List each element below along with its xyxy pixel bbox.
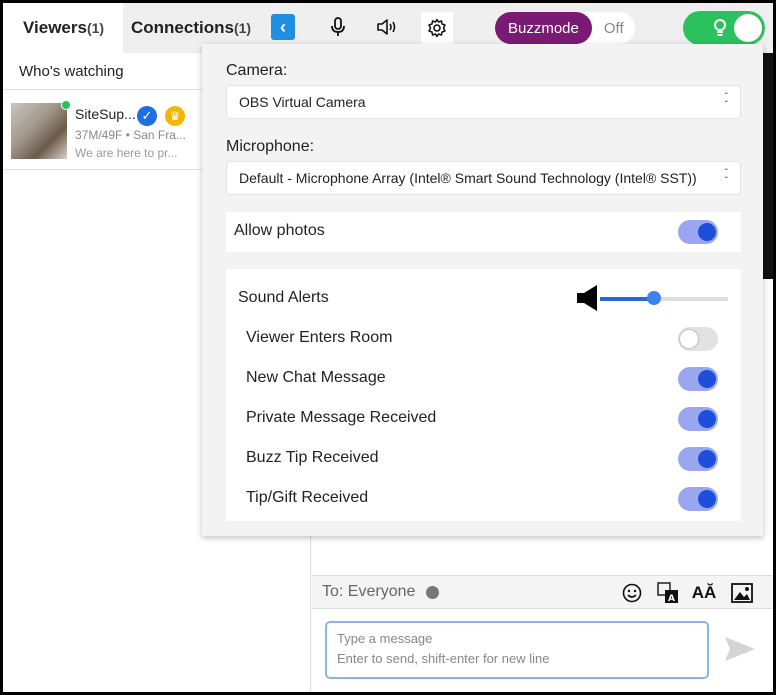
- crown-icon: ♛: [165, 106, 185, 126]
- font-style-button[interactable]: AĂ: [691, 581, 717, 605]
- lightbulb-icon: [714, 19, 726, 36]
- message-hint: Enter to send, shift-enter for new line: [337, 651, 550, 666]
- tab-viewers-label: Viewers: [23, 17, 87, 37]
- tab-connections-count: (1): [233, 20, 252, 36]
- font-style-icon: AĂ: [691, 583, 717, 602]
- live-toggle[interactable]: [683, 11, 765, 45]
- tab-connections-label: Connections: [131, 18, 234, 37]
- app-window: Viewers (1) Connections (1) ‹ Buzzmode O…: [0, 0, 776, 695]
- volume-slider[interactable]: [600, 291, 728, 305]
- translate-button[interactable]: A: [656, 581, 680, 605]
- emoji-button[interactable]: [620, 581, 644, 605]
- sound-alerts-label: Sound Alerts: [238, 289, 329, 306]
- microphone-icon: [331, 17, 345, 36]
- toggle-knob: [680, 330, 698, 348]
- viewer-name: SiteSup...: [75, 106, 136, 122]
- camera-select[interactable]: OBS Virtual Camera ˆˇ: [226, 85, 741, 119]
- send-button[interactable]: [723, 635, 757, 668]
- chevron-left-icon: ‹: [280, 16, 286, 37]
- alert-toggle[interactable]: [678, 487, 718, 511]
- allow-photos-row: Allow photos: [226, 212, 741, 252]
- allow-photos-toggle[interactable]: [678, 220, 718, 244]
- alert-toggle[interactable]: [678, 367, 718, 391]
- volume-slider-fill: [600, 297, 654, 301]
- viewer-status: We are here to pr...: [75, 146, 178, 160]
- alert-label: Buzz Tip Received: [246, 449, 379, 466]
- image-button[interactable]: [730, 581, 754, 605]
- toggle-knob: [698, 490, 716, 508]
- toggle-knob: [698, 410, 716, 428]
- image-icon: [731, 583, 753, 603]
- toggle-knob: [698, 450, 716, 468]
- buzzmode-toggle[interactable]: Buzzmode Off: [495, 12, 635, 44]
- microphone-label: Microphone:: [226, 138, 315, 155]
- translate-icon: A: [657, 582, 678, 604]
- svg-text:A: A: [668, 594, 675, 604]
- recipient-selector[interactable]: To: Everyone: [322, 583, 415, 601]
- toggle-knob: [698, 223, 716, 241]
- online-status-dot: [61, 100, 71, 110]
- alert-toggle[interactable]: [678, 447, 718, 471]
- settings-panel: Camera: OBS Virtual Camera ˆˇ Microphone…: [202, 44, 763, 536]
- speaker-button[interactable]: [374, 14, 400, 40]
- alert-label: Viewer Enters Room: [246, 329, 393, 346]
- buzzmode-state: Off: [603, 19, 624, 37]
- message-placeholder: Type a message: [337, 631, 433, 646]
- chevron-updown-icon: ˆˇ: [724, 92, 728, 111]
- tab-viewers[interactable]: Viewers (1): [3, 3, 123, 53]
- send-icon: [725, 637, 755, 661]
- volume-slider-thumb[interactable]: [646, 291, 661, 305]
- microphone-button[interactable]: [325, 14, 351, 40]
- sound-alerts-card: Sound Alerts Viewer Enters Room New Chat …: [226, 269, 741, 521]
- alert-label: New Chat Message: [246, 369, 386, 386]
- volume-icon: [577, 285, 597, 311]
- buzzmode-label: Buzzmode: [495, 12, 592, 44]
- toggle-knob: [698, 370, 716, 388]
- settings-button[interactable]: [421, 12, 453, 44]
- alert-toggle[interactable]: [678, 407, 718, 431]
- camera-label: Camera:: [226, 62, 288, 79]
- chevron-updown-icon: ˆˇ: [724, 168, 728, 187]
- message-input[interactable]: Type a message Enter to send, shift-ente…: [325, 621, 709, 679]
- camera-value: OBS Virtual Camera: [239, 94, 366, 110]
- alert-label: Private Message Received: [246, 409, 437, 426]
- speaker-icon: [377, 19, 396, 35]
- verified-icon: ✓: [137, 106, 157, 126]
- tab-viewers-count: (1): [86, 19, 105, 36]
- gear-icon: [428, 18, 446, 38]
- alert-label: Tip/Gift Received: [246, 489, 369, 506]
- allow-photos-label: Allow photos: [234, 222, 325, 239]
- smiley-icon: [622, 583, 642, 603]
- avatar: [11, 103, 67, 159]
- microphone-select[interactable]: Default - Microphone Array (Intel® Smart…: [226, 161, 741, 195]
- alert-toggle[interactable]: [678, 327, 718, 351]
- viewer-meta: 37M/49F • San Fra...: [75, 128, 186, 142]
- recipient-status-dot: [426, 586, 439, 599]
- live-toggle-knob: [734, 14, 762, 42]
- back-button[interactable]: ‹: [271, 14, 295, 40]
- compose-toolbar: To: Everyone A AĂ: [312, 575, 773, 609]
- microphone-value: Default - Microphone Array (Intel® Smart…: [239, 170, 697, 186]
